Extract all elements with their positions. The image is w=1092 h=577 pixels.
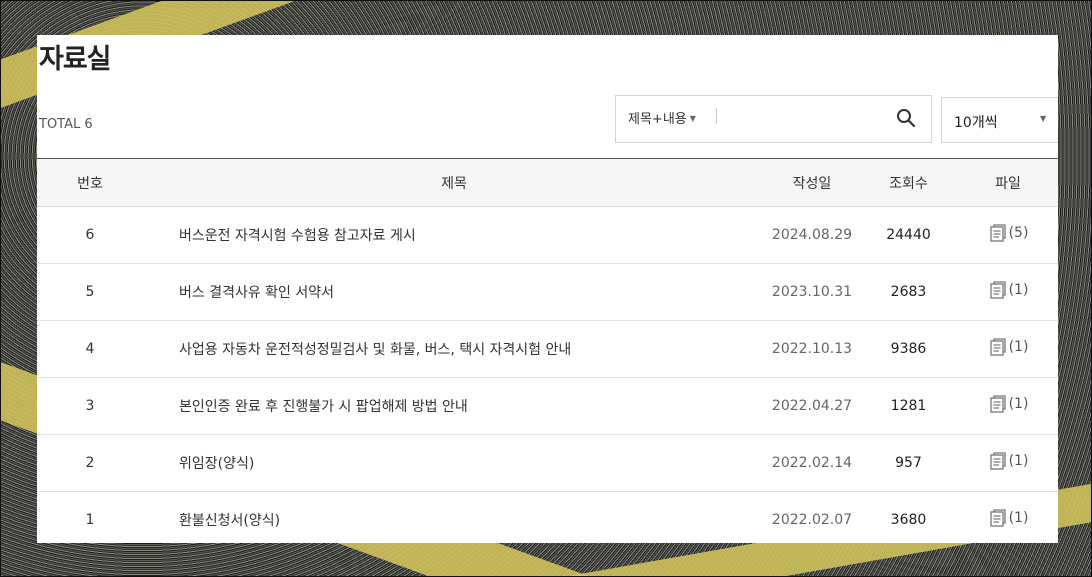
file-download-link[interactable]: (5) <box>988 223 1029 243</box>
file-download-link[interactable]: (1) <box>988 508 1029 528</box>
row-views: 1281 <box>859 377 958 435</box>
row-file-cell: (1) <box>958 434 1058 492</box>
row-date: 2023.10.31 <box>765 263 859 321</box>
background-photo: 자료실 TOTAL 6 제목+내용 ▼ 10개씩 ▼ 번호 제목 작성일 조회수… <box>0 0 1092 577</box>
total-count: TOTAL 6 <box>39 117 93 132</box>
file-icon <box>989 395 1006 413</box>
table-row[interactable]: 5 버스 결격사유 확인 서약서 2023.10.31 2683 (1) <box>37 263 1058 321</box>
row-title-link[interactable]: 버스 결격사유 확인 서약서 <box>143 263 765 321</box>
row-date: 2022.02.07 <box>765 491 859 543</box>
header-title: 제목 <box>143 158 765 207</box>
row-views: 957 <box>859 434 958 492</box>
row-date: 2022.02.14 <box>765 434 859 492</box>
file-count: (1) <box>1008 396 1029 412</box>
search-icon <box>897 109 916 128</box>
file-download-link[interactable]: (1) <box>988 394 1029 414</box>
file-count: (1) <box>1008 339 1029 355</box>
file-count: (1) <box>1008 510 1029 526</box>
row-date: 2024.08.29 <box>765 206 859 264</box>
table-header-row: 번호 제목 작성일 조회수 파일 <box>37 158 1058 207</box>
chevron-down-icon: ▼ <box>1040 114 1047 123</box>
per-page-value: 10개씩 <box>954 115 998 131</box>
chevron-down-icon: ▼ <box>689 114 696 123</box>
header-views: 조회수 <box>859 158 958 207</box>
search-button[interactable] <box>896 108 920 132</box>
row-title-link[interactable]: 사업용 자동차 운전적성정밀검사 및 화물, 버스, 택시 자격시험 안내 <box>143 320 765 378</box>
table-row[interactable]: 1 환불신청서(양식) 2022.02.07 3680 (1) <box>37 491 1058 543</box>
row-number: 6 <box>37 206 143 264</box>
file-icon <box>989 509 1006 527</box>
file-download-link[interactable]: (1) <box>988 280 1029 300</box>
row-file-cell: (1) <box>958 491 1058 543</box>
per-page-select[interactable]: 10개씩 ▼ <box>941 97 1058 143</box>
file-download-link[interactable]: (1) <box>988 451 1029 471</box>
file-icon <box>989 338 1006 356</box>
row-file-cell: (1) <box>958 320 1058 378</box>
row-number: 5 <box>37 263 143 321</box>
file-icon <box>989 224 1006 242</box>
row-title-link[interactable]: 버스운전 자격시험 수험용 참고자료 게시 <box>143 206 765 264</box>
page-title: 자료실 <box>39 44 112 75</box>
file-icon <box>989 452 1006 470</box>
file-count: (1) <box>1008 282 1029 298</box>
header-file: 파일 <box>958 158 1058 207</box>
table-row[interactable]: 6 버스운전 자격시험 수험용 참고자료 게시 2024.08.29 24440 (5) <box>37 206 1058 264</box>
file-count: (1) <box>1008 453 1029 469</box>
row-views: 24440 <box>859 206 958 264</box>
row-file-cell: (1) <box>958 263 1058 321</box>
row-number: 2 <box>37 434 143 492</box>
row-views: 2683 <box>859 263 958 321</box>
row-file-cell: (5) <box>958 206 1058 264</box>
header-no: 번호 <box>37 158 143 207</box>
table-row[interactable]: 2 위임장(양식) 2022.02.14 957 (1) <box>37 434 1058 492</box>
file-count: (5) <box>1008 225 1029 241</box>
row-number: 4 <box>37 320 143 378</box>
row-title-link[interactable]: 환불신청서(양식) <box>143 491 765 543</box>
table-row[interactable]: 4 사업용 자동차 운전적성정밀검사 및 화물, 버스, 택시 자격시험 안내 20… <box>37 320 1058 378</box>
search-scope-label: 제목+내용 <box>628 112 687 127</box>
row-date: 2022.10.13 <box>765 320 859 378</box>
row-number: 3 <box>37 377 143 435</box>
row-date: 2022.04.27 <box>765 377 859 435</box>
file-icon <box>989 281 1006 299</box>
row-views: 3680 <box>859 491 958 543</box>
header-date: 작성일 <box>765 158 859 207</box>
search-scope-select[interactable]: 제목+내용 ▼ <box>628 108 696 127</box>
search-input[interactable] <box>722 104 886 132</box>
board-table: 번호 제목 작성일 조회수 파일 6 버스운전 자격시험 수험용 참고자료 게시 2… <box>37 158 1058 543</box>
row-title-link[interactable]: 위임장(양식) <box>143 434 765 492</box>
board-panel: 자료실 TOTAL 6 제목+내용 ▼ 10개씩 ▼ 번호 제목 작성일 조회수… <box>37 35 1058 543</box>
row-title-link[interactable]: 본인인증 완료 후 진행불가 시 팝업해제 방법 안내 <box>143 377 765 435</box>
file-download-link[interactable]: (1) <box>988 337 1029 357</box>
search-divider <box>716 108 717 124</box>
row-number: 1 <box>37 491 143 543</box>
row-views: 9386 <box>859 320 958 378</box>
search-box: 제목+내용 ▼ <box>615 95 932 143</box>
table-row[interactable]: 3 본인인증 완료 후 진행불가 시 팝업해제 방법 안내 2022.04.27 12… <box>37 377 1058 435</box>
row-file-cell: (1) <box>958 377 1058 435</box>
